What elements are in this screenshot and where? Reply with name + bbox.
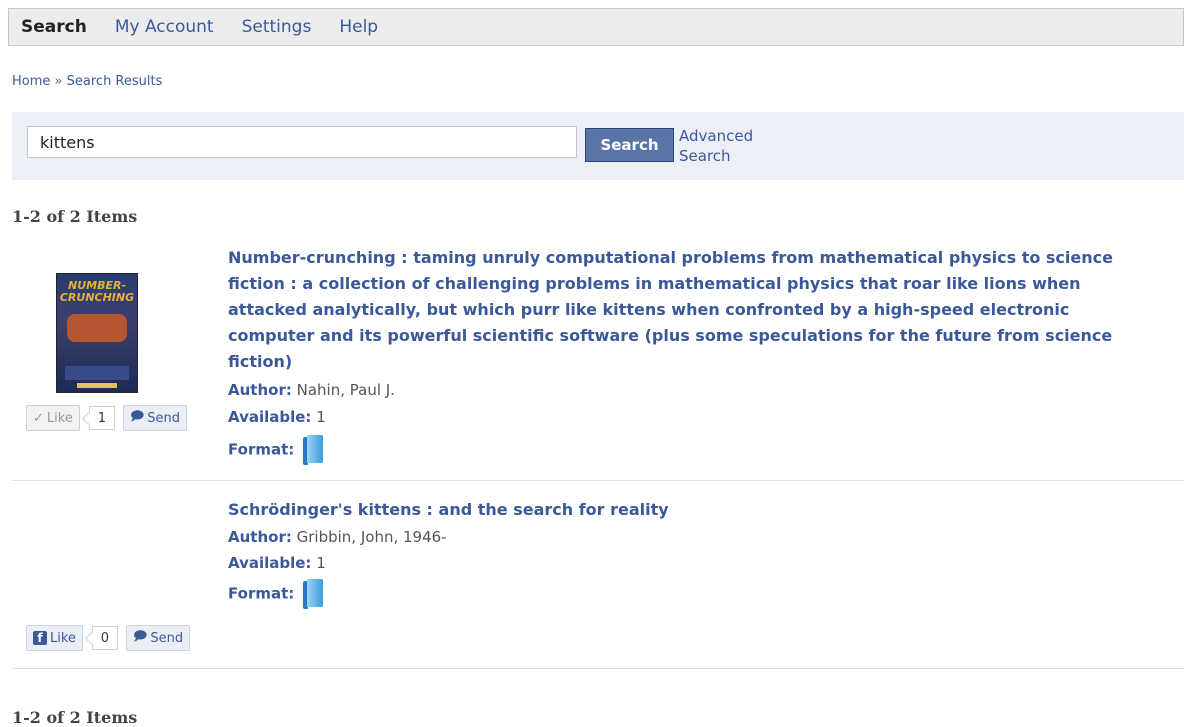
search-input[interactable] [27, 126, 577, 158]
format-label: Format: [228, 584, 295, 603]
breadcrumb-home-link[interactable]: Home [12, 74, 50, 89]
book-cover-image[interactable]: NUMBER-CRUNCHING [56, 273, 138, 393]
like-count: 0 [91, 626, 118, 650]
send-label: Send [147, 410, 181, 426]
result-divider [12, 668, 1184, 669]
facebook-widget: ✓ Like 1 🗩 Send [26, 405, 188, 431]
book-icon [303, 435, 324, 465]
format-line: Format: [228, 579, 324, 609]
result-item: Schrödinger's kittens : and the search f… [12, 497, 1184, 657]
available-label: Available: [228, 408, 312, 426]
advanced-search-link[interactable]: Advanced Search [679, 126, 769, 166]
available-line: Available: 1 [228, 553, 326, 573]
available-value: 1 [316, 554, 326, 572]
top-nav-bar: Search My Account Settings Help [8, 8, 1184, 46]
facebook-icon: f [33, 631, 47, 645]
send-button[interactable]: 🗩 Send [122, 405, 188, 431]
available-line: Available: 1 [228, 407, 326, 427]
like-button[interactable]: f Like [26, 625, 83, 651]
speech-bubble-icon: 🗩 [129, 409, 145, 424]
advanced-search-line2: Search [679, 147, 731, 165]
author-label: Author: [228, 381, 292, 399]
author-line: Author: Nahin, Paul J. [228, 380, 395, 400]
available-value: 1 [316, 408, 326, 426]
author-label: Author: [228, 528, 292, 546]
check-icon: ✓ [33, 410, 44, 426]
nav-my-account[interactable]: My Account [101, 9, 228, 45]
book-cover-title: NUMBER-CRUNCHING [59, 279, 135, 304]
like-label: Like [50, 630, 76, 646]
breadcrumb-separator: » [54, 74, 63, 89]
nav-help[interactable]: Help [325, 9, 392, 45]
nav-settings[interactable]: Settings [228, 9, 326, 45]
search-button[interactable]: Search [585, 128, 674, 162]
available-label: Available: [228, 554, 312, 572]
cover-art-city [65, 366, 129, 380]
like-count: 1 [88, 406, 115, 430]
results-count-top: 1-2 of 2 Items [12, 207, 138, 226]
format-line: Format: [228, 435, 324, 465]
author-line: Author: Gribbin, John, 1946- [228, 527, 447, 547]
author-value: Gribbin, John, 1946- [296, 528, 447, 546]
result-title[interactable]: Number-crunching : taming unruly computa… [228, 245, 1118, 375]
nav-search[interactable]: Search [9, 9, 101, 45]
speech-bubble-icon: 🗩 [132, 629, 148, 644]
format-label: Format: [228, 440, 295, 459]
advanced-search-line1: Advanced [679, 127, 754, 145]
book-icon [303, 579, 324, 609]
breadcrumb-current[interactable]: Search Results [67, 74, 163, 89]
cover-art-author-strip [77, 383, 117, 388]
author-value: Nahin, Paul J. [296, 381, 395, 399]
like-label: Like [46, 410, 73, 426]
facebook-widget: f Like 0 🗩 Send [26, 625, 191, 651]
like-button[interactable]: ✓ Like [26, 405, 80, 431]
result-divider [12, 480, 1184, 481]
send-button[interactable]: 🗩 Send [125, 625, 191, 651]
result-item: Number-crunching : taming unruly computa… [12, 245, 1184, 470]
cover-art-fists [67, 314, 127, 342]
results-count-bottom: 1-2 of 2 Items [12, 708, 138, 727]
result-title[interactable]: Schrödinger's kittens : and the search f… [228, 497, 1118, 523]
search-bar: Search Advanced Search [12, 112, 1184, 180]
send-label: Send [150, 630, 184, 646]
breadcrumb: Home » Search Results [12, 74, 162, 89]
